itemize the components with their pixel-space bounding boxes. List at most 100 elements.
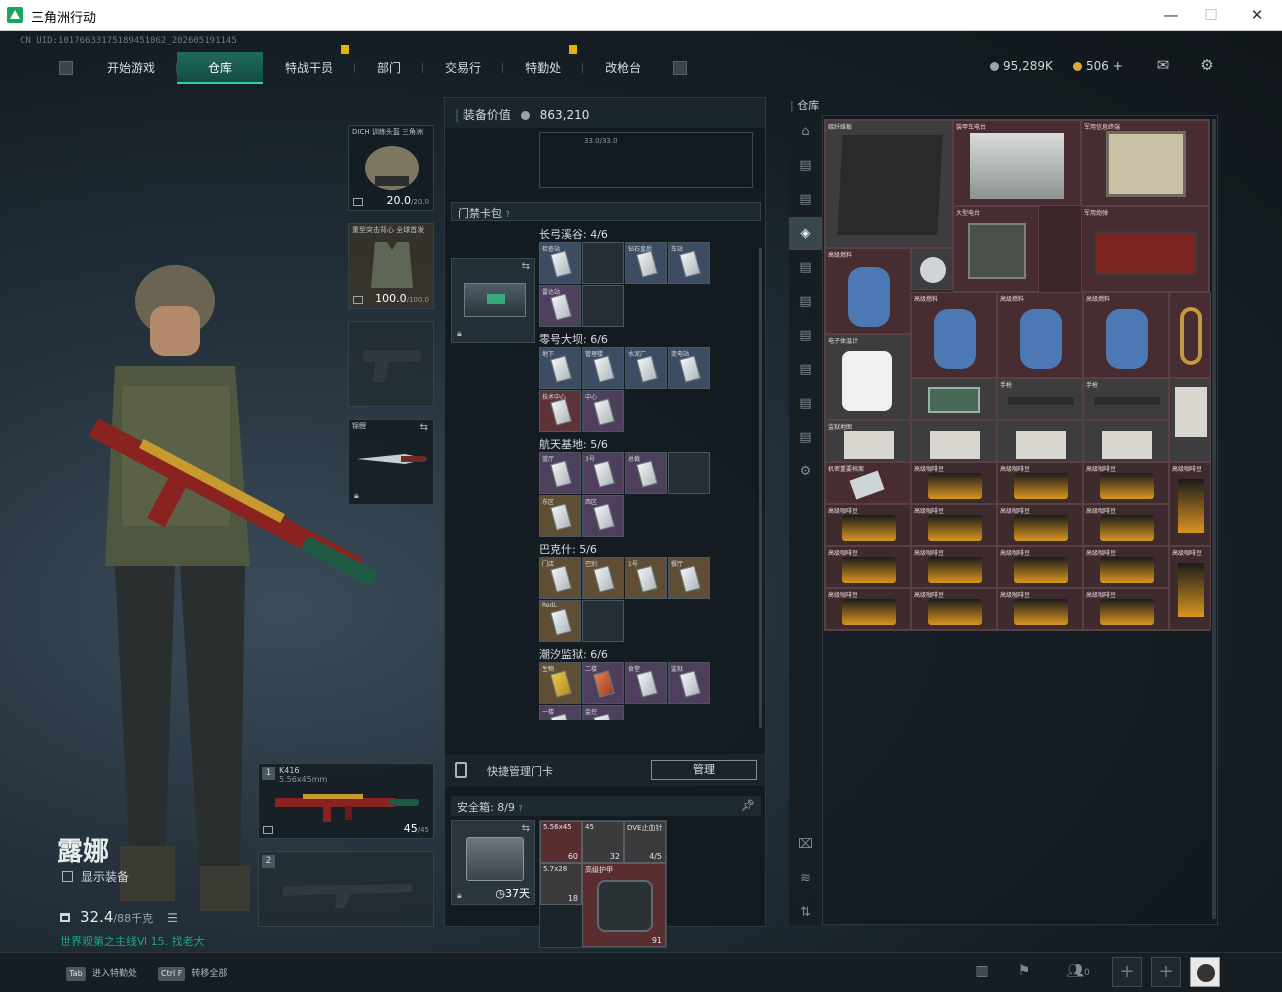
- warehouse-item[interactable]: 高级咖啡豆: [997, 462, 1083, 504]
- sort-icon[interactable]: ⇅: [789, 896, 822, 929]
- keycard[interactable]: 中心: [582, 390, 624, 432]
- keycard[interactable]: 巴别: [582, 557, 624, 599]
- safebox-container[interactable]: ⇆ 🔒︎ ◷37天: [451, 820, 535, 905]
- keycard[interactable]: 水泥厂: [625, 347, 667, 389]
- minimize-button[interactable]: —: [1149, 4, 1193, 26]
- warehouse-item[interactable]: [911, 378, 997, 420]
- warehouse-tab-8-icon[interactable]: ▤: [789, 353, 822, 386]
- keycase-scrollbar[interactable]: [759, 248, 762, 728]
- close-button[interactable]: ✕: [1235, 4, 1279, 26]
- checkbox[interactable]: [62, 871, 73, 882]
- tab-gunsmith[interactable]: 改枪台: [583, 52, 663, 84]
- list-icon[interactable]: ☰: [167, 911, 178, 925]
- warehouse-item[interactable]: [1169, 378, 1211, 462]
- tab-special-ops[interactable]: 特勤处: [503, 45, 584, 84]
- manage-button[interactable]: 管理: [651, 760, 757, 780]
- nav-left-key-icon[interactable]: [59, 61, 73, 75]
- keycard[interactable]: 门店: [539, 557, 581, 599]
- keycard[interactable]: 3号: [582, 452, 624, 494]
- tab-trading[interactable]: 交易行: [423, 52, 504, 84]
- warehouse-item[interactable]: 高级咖啡豆: [1083, 546, 1169, 588]
- keycard[interactable]: 车站: [668, 242, 710, 284]
- warehouse-item[interactable]: 装甲车电台: [953, 120, 1081, 206]
- warehouse-item[interactable]: 高级咖啡豆: [997, 588, 1083, 630]
- mission-tracker[interactable]: 世界观第之主线Ⅵ 15. 找老大: [60, 933, 205, 949]
- keycard[interactable]: 检查站: [539, 242, 581, 284]
- warehouse-tab-3-icon[interactable]: ▤: [789, 183, 822, 216]
- primary-weapon-slot[interactable]: 1 K416 5.56x45mm 45/45: [258, 763, 434, 839]
- warehouse-item[interactable]: 高级燃料: [1083, 292, 1169, 378]
- layers-icon[interactable]: ≋: [789, 862, 822, 895]
- warehouse-tab-6-icon[interactable]: ▤: [789, 285, 822, 318]
- warehouse-item[interactable]: 高级咖啡豆: [1169, 546, 1211, 630]
- armor-slot[interactable]: 重型突击背心 全球首发 100.0/100.0: [348, 223, 434, 309]
- warehouse-tab-1-icon[interactable]: ⌂: [789, 115, 822, 148]
- hint-transfer-all[interactable]: Ctrl F 转移全部: [158, 966, 227, 981]
- warehouse-item[interactable]: 大型电台: [953, 206, 1039, 292]
- helmet-slot[interactable]: DICH 训练头盔 三角洲 20.0/20.0: [348, 125, 434, 211]
- warehouse-item[interactable]: [1169, 292, 1211, 378]
- keycard[interactable]: 一楼: [539, 705, 581, 720]
- tab-operators[interactable]: 特战干员: [263, 45, 356, 84]
- keycard[interactable]: 雷达站: [539, 285, 581, 327]
- keycard-empty[interactable]: [582, 242, 624, 284]
- warehouse-tab-10-icon[interactable]: ▤: [789, 421, 822, 454]
- warehouse-item[interactable]: [911, 248, 953, 290]
- pistol-slot[interactable]: [348, 321, 434, 407]
- safe-item[interactable]: DVE止血针 4/5: [624, 821, 666, 863]
- warehouse-scrollbar[interactable]: [1212, 119, 1216, 919]
- warehouse-item[interactable]: 高级咖啡豆: [825, 588, 911, 630]
- swap-icon[interactable]: ⇆: [522, 261, 530, 272]
- warehouse-item[interactable]: 高级咖啡豆: [1083, 588, 1169, 630]
- keycard[interactable]: 西区: [582, 495, 624, 537]
- safe-item[interactable]: 45 32: [582, 821, 624, 863]
- warehouse-item[interactable]: [911, 420, 997, 462]
- nav-right-key-icon[interactable]: [673, 61, 688, 75]
- stats-chart-icon[interactable]: ▥: [970, 963, 994, 983]
- warehouse-tab-2-icon[interactable]: ▤: [789, 149, 822, 182]
- warehouse-tab-7-icon[interactable]: ▤: [789, 319, 822, 352]
- safe-item[interactable]: 高级护甲 91: [582, 863, 666, 947]
- warehouse-item[interactable]: [997, 420, 1083, 462]
- friends-icon[interactable]: 👥︎0: [1060, 963, 1096, 983]
- keycard-empty[interactable]: [668, 452, 710, 494]
- warehouse-tab-9-icon[interactable]: ▤: [789, 387, 822, 420]
- warehouse-item[interactable]: 手枪: [997, 378, 1083, 420]
- maximize-button[interactable]: ☐: [1189, 4, 1233, 26]
- warehouse-item[interactable]: 机密重要档案: [825, 462, 911, 504]
- warehouse-item[interactable]: 军用炮弹: [1081, 206, 1209, 292]
- rig-grid[interactable]: 33.0/33.0: [539, 132, 753, 188]
- flag-icon[interactable]: ⚑: [1012, 963, 1036, 983]
- keycard[interactable]: 钻石皇后: [625, 242, 667, 284]
- warehouse-item[interactable]: 高级咖啡豆: [1083, 462, 1169, 504]
- warehouse-item[interactable]: 高级咖啡豆: [1169, 462, 1211, 546]
- settings-gear-icon[interactable]: ⚙: [1198, 57, 1216, 73]
- warehouse-item[interactable]: [1083, 420, 1169, 462]
- keycard[interactable]: 地下: [539, 347, 581, 389]
- warehouse-expand-icon[interactable]: ⌧: [789, 828, 822, 861]
- keycard[interactable]: 监控: [582, 705, 624, 720]
- warehouse-tab-5-icon[interactable]: ▤: [789, 251, 822, 284]
- warehouse-item[interactable]: 高级咖啡豆: [911, 588, 997, 630]
- keycard[interactable]: 二楼: [582, 662, 624, 704]
- warehouse-item[interactable]: 高级咖啡豆: [997, 546, 1083, 588]
- keycard[interactable]: 1号: [625, 557, 667, 599]
- warehouse-item[interactable]: 高级咖啡豆: [911, 462, 997, 504]
- warehouse-item[interactable]: 高级燃料: [825, 248, 911, 334]
- keycard[interactable]: RedL: [539, 600, 581, 642]
- melee-slot[interactable]: 锦鲤 ⇆ 🔒︎: [348, 419, 434, 505]
- keycard[interactable]: 蓝厅: [539, 452, 581, 494]
- safe-item[interactable]: 5.56x45 60: [540, 821, 582, 863]
- warehouse-item[interactable]: 电子体温计: [825, 334, 911, 420]
- keycard[interactable]: 东区: [539, 495, 581, 537]
- warehouse-item[interactable]: 高级燃料: [997, 292, 1083, 378]
- safe-item[interactable]: 5.7x28 18: [540, 863, 582, 905]
- warehouse-item[interactable]: 碳纤维板: [825, 120, 953, 248]
- keycard-empty[interactable]: [582, 600, 624, 642]
- warehouse-item[interactable]: 手枪: [1083, 378, 1169, 420]
- invite-slot-1[interactable]: +: [1112, 957, 1142, 987]
- warehouse-tab-4-icon[interactable]: ◈: [789, 217, 822, 250]
- keycard[interactable]: 餐厅: [668, 557, 710, 599]
- tab-warehouse[interactable]: 仓库: [177, 52, 264, 84]
- warehouse-item[interactable]: 高级咖啡豆: [1083, 504, 1169, 546]
